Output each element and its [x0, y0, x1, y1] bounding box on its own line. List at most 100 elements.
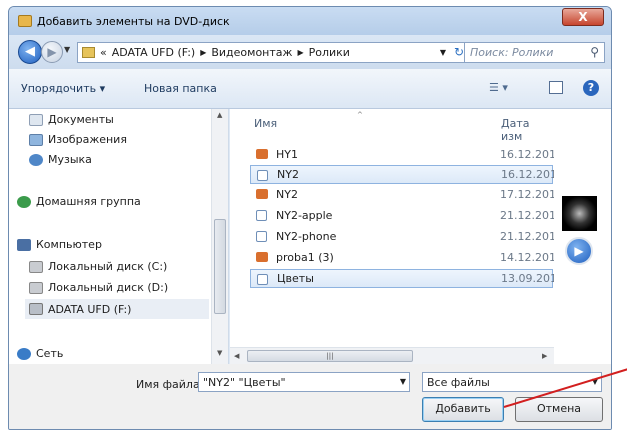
- file-row[interactable]: NY2-phone 21.12.201: [250, 227, 556, 246]
- file-date: 21.12.201: [500, 230, 556, 243]
- scroll-right-icon[interactable]: ▶: [542, 352, 547, 360]
- file-name: NY2-apple: [276, 209, 333, 222]
- views-icon[interactable]: ☰ ▾: [489, 81, 508, 94]
- close-button[interactable]: X: [562, 8, 604, 26]
- folder-icon: [82, 47, 95, 58]
- documents-icon: [29, 113, 43, 126]
- file-date: 13.09.201: [501, 272, 557, 285]
- sidebar-item-documents[interactable]: Документы: [29, 113, 114, 126]
- file-name: NY2-phone: [276, 230, 337, 243]
- recent-pages-dropdown-icon[interactable]: ▼: [64, 45, 70, 54]
- sidebar-item-drive-d[interactable]: Локальный диск (D:): [29, 281, 168, 294]
- column-header-date[interactable]: Дата изм: [501, 117, 554, 143]
- back-button[interactable]: ◀: [18, 40, 42, 64]
- breadcrumb-overflow[interactable]: «: [100, 46, 107, 59]
- sidebar-item-computer[interactable]: Компьютер: [17, 238, 102, 251]
- sidebar-item-label: Домашняя группа: [36, 195, 141, 208]
- filetype-select[interactable]: Все файлы ▼: [422, 372, 602, 392]
- file-list-pane: ^ Имя Дата изм HY1 16.12.201 NY2 16.12.2…: [230, 109, 557, 364]
- add-button[interactable]: Добавить: [422, 397, 504, 422]
- file-row[interactable]: Цветы 13.09.201: [250, 269, 557, 288]
- file-name: HY1: [276, 148, 298, 161]
- preview-pane-icon[interactable]: [549, 81, 563, 94]
- breadcrumb[interactable]: « ADATA UFD (F:) ▶ Видеомонтаж ▶ Ролики …: [77, 42, 469, 63]
- file-name: proba1 (3): [276, 251, 334, 264]
- search-icon[interactable]: ⚲: [590, 45, 599, 59]
- new-folder-button[interactable]: Новая папка: [144, 82, 217, 95]
- title-bar[interactable]: Добавить элементы на DVD-диск X: [9, 7, 611, 35]
- address-bar-row: ◀ ▶ ▼ « ADATA UFD (F:) ▶ Видеомонтаж ▶ Р…: [9, 35, 611, 69]
- file-row[interactable]: HY1 16.12.201: [250, 145, 556, 164]
- scroll-down-icon[interactable]: ▼: [217, 349, 222, 357]
- file-date: 17.12.201: [500, 188, 556, 201]
- sidebar-item-label: Изображения: [48, 133, 127, 146]
- scroll-left-icon[interactable]: ◀: [234, 352, 239, 360]
- file-row[interactable]: NY2-apple 21.12.201: [250, 206, 556, 225]
- file-name: Цветы: [277, 272, 314, 285]
- video-project-icon: [256, 189, 268, 199]
- sidebar-item-usb-drive[interactable]: ADATA UFD (F:): [25, 299, 209, 319]
- sidebar-item-label: Документы: [48, 113, 114, 126]
- add-to-dvd-dialog: Добавить элементы на DVD-диск X ◀ ▶ ▼ « …: [8, 6, 612, 430]
- video-project-icon: [256, 252, 268, 262]
- file-list-horizontal-scrollbar[interactable]: ◀ ||| ▶: [230, 347, 554, 364]
- play-icon[interactable]: ▶: [565, 237, 593, 265]
- chevron-right-icon[interactable]: ▶: [297, 48, 303, 57]
- drive-icon: [29, 281, 43, 294]
- breadcrumb-item-drive[interactable]: ADATA UFD (F:): [112, 46, 195, 59]
- dialog-title: Добавить элементы на DVD-диск: [37, 15, 230, 28]
- breadcrumb-item-clips[interactable]: Ролики: [309, 46, 350, 59]
- command-bar: Упорядочить ▾ Новая папка ☰ ▾ ?: [9, 69, 611, 109]
- column-header-name[interactable]: Имя: [254, 117, 277, 130]
- sidebar-scroll-thumb[interactable]: [214, 219, 226, 314]
- file-row[interactable]: NY2 16.12.201: [250, 165, 557, 184]
- video-file-icon: [256, 210, 267, 221]
- cancel-button[interactable]: Отмена: [515, 397, 603, 422]
- computer-icon: [17, 238, 31, 251]
- filetype-value: Все файлы: [427, 376, 490, 389]
- music-icon: [29, 153, 43, 166]
- sidebar-item-label: Сеть: [36, 347, 64, 360]
- file-row[interactable]: proba1 (3) 14.12.201: [250, 248, 556, 267]
- horizontal-scroll-thumb[interactable]: |||: [247, 350, 413, 362]
- filename-label: Имя файла:: [136, 378, 204, 391]
- file-row[interactable]: NY2 17.12.201: [250, 185, 556, 204]
- file-date: 16.12.201: [500, 148, 556, 161]
- chevron-down-icon[interactable]: ▼: [400, 377, 406, 386]
- drive-icon: [29, 260, 43, 273]
- network-icon: [17, 347, 31, 360]
- sidebar-item-music[interactable]: Музыка: [29, 153, 92, 166]
- address-dropdown-icon[interactable]: ▼: [440, 48, 446, 57]
- sidebar-item-drive-c[interactable]: Локальный диск (C:): [29, 260, 167, 273]
- forward-button[interactable]: ▶: [41, 41, 63, 63]
- breadcrumb-item-videomontage[interactable]: Видеомонтаж: [211, 46, 292, 59]
- video-file-icon: [257, 274, 268, 285]
- dvd-maker-icon: [18, 15, 32, 27]
- sidebar-item-homegroup[interactable]: Домашняя группа: [17, 195, 141, 208]
- scroll-up-icon[interactable]: ▲: [217, 111, 222, 119]
- sidebar-item-label: Локальный диск (D:): [48, 281, 169, 294]
- refresh-icon[interactable]: ↻: [454, 45, 464, 59]
- usb-drive-icon: [29, 303, 43, 315]
- sidebar-item-network[interactable]: Сеть: [17, 347, 63, 360]
- file-name: NY2: [277, 168, 299, 181]
- sidebar-item-label: ADATA UFD (F:): [48, 302, 132, 316]
- sidebar-item-label: Компьютер: [36, 238, 102, 251]
- sidebar-scrollbar[interactable]: ▲ ▼: [211, 109, 228, 364]
- help-icon[interactable]: ?: [583, 80, 599, 96]
- chevron-right-icon[interactable]: ▶: [200, 48, 206, 57]
- file-date: 21.12.201: [500, 209, 556, 222]
- file-name: NY2: [276, 188, 298, 201]
- filename-value: "NY2" "Цветы": [203, 376, 286, 389]
- dialog-footer: Имя файла: "NY2" "Цветы" ▼ Все файлы ▼ Д…: [9, 364, 611, 429]
- filename-field[interactable]: "NY2" "Цветы" ▼: [198, 372, 410, 392]
- file-date: 14.12.201: [500, 251, 556, 264]
- organize-button[interactable]: Упорядочить ▾: [21, 82, 105, 95]
- search-placeholder: Поиск: Ролики: [470, 46, 554, 59]
- search-input[interactable]: Поиск: Ролики ⚲: [464, 42, 605, 63]
- preview-pane: ▶: [554, 109, 611, 364]
- pictures-icon: [29, 133, 43, 146]
- video-thumbnail: [562, 196, 597, 231]
- file-date: 16.12.201: [501, 168, 557, 181]
- sidebar-item-pictures[interactable]: Изображения: [29, 133, 127, 146]
